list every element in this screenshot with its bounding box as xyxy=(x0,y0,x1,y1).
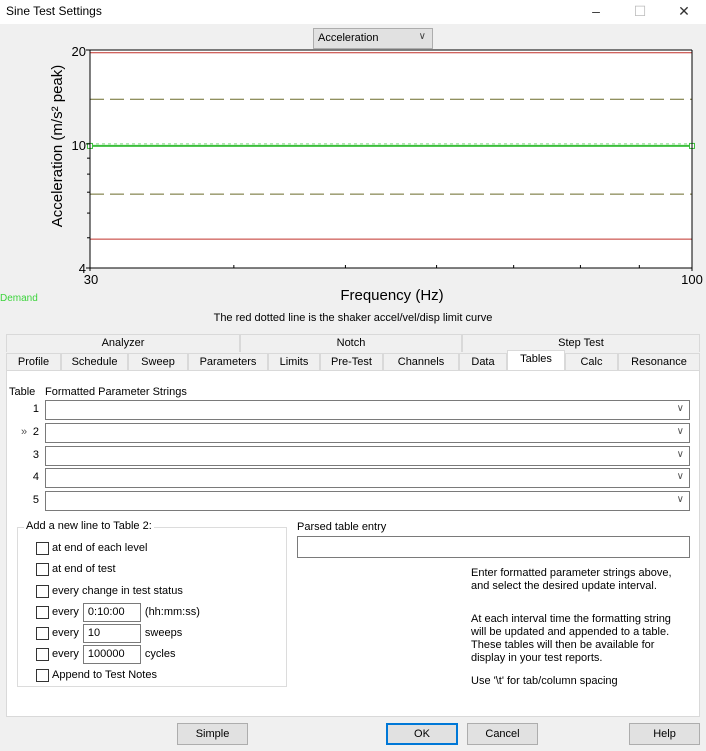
sweeps-interval-input[interactable] xyxy=(82,623,141,643)
row-number: 1 xyxy=(32,403,39,415)
strings-column-header: Formatted Parameter Strings xyxy=(45,386,187,398)
option-status-change[interactable]: every change in test status xyxy=(36,583,183,599)
tab-analyzer[interactable]: Analyzer xyxy=(6,334,240,352)
maximize-icon: ☐ xyxy=(633,3,647,19)
minimize-button[interactable]: – xyxy=(574,0,618,24)
checkbox[interactable] xyxy=(36,541,49,555)
checkbox[interactable] xyxy=(36,562,49,576)
maximize-button[interactable]: ☐ xyxy=(618,0,662,24)
option-cycles-interval[interactable]: every cycles xyxy=(36,644,176,664)
parameter-string-combo-4[interactable]: ∨ xyxy=(45,468,690,488)
group-title: Add a new line to Table 2: xyxy=(24,520,154,532)
option-end-of-level[interactable]: at end of each level xyxy=(36,540,147,556)
tab-parameters[interactable]: Parameters xyxy=(188,353,268,371)
tables-panel: Table Formatted Parameter Strings 1 ∨ » … xyxy=(6,370,700,717)
option-append-notes[interactable]: Append to Test Notes xyxy=(36,667,157,683)
option-label: every xyxy=(52,606,79,618)
option-label: every change in test status xyxy=(52,585,183,597)
legend-demand: Demand xyxy=(0,293,38,304)
table-column-header: Table xyxy=(9,386,36,398)
help-line: and select the desired update interval. xyxy=(471,580,657,592)
chevron-down-icon: ∨ xyxy=(676,471,684,482)
title-bar: Sine Test Settings – ☐ ✕ xyxy=(0,0,706,24)
help-text-instructions: Enter formatted parameter strings above,… xyxy=(471,567,672,593)
option-label: every xyxy=(52,648,79,660)
y-tick-label: 20 xyxy=(72,44,86,59)
option-unit: (hh:mm:ss) xyxy=(144,606,200,618)
help-line: Enter formatted parameter strings above, xyxy=(471,567,672,579)
option-end-of-test[interactable]: at end of test xyxy=(36,561,116,577)
option-unit: sweeps xyxy=(144,627,183,639)
parsed-entry-label: Parsed table entry xyxy=(297,521,387,533)
chevron-down-icon: ∨ xyxy=(676,449,684,460)
x-tick-label: 100 xyxy=(681,272,703,287)
checkbox[interactable] xyxy=(36,668,49,682)
tab-notch[interactable]: Notch xyxy=(240,334,462,352)
plot-area xyxy=(90,50,692,268)
close-button[interactable]: ✕ xyxy=(662,0,706,24)
tab-limits[interactable]: Limits xyxy=(268,353,320,371)
help-line: At each interval time the formatting str… xyxy=(471,613,671,625)
option-unit: cycles xyxy=(144,648,176,660)
tab-data[interactable]: Data xyxy=(459,353,507,371)
help-line: will be updated and appended to a table. xyxy=(471,626,670,638)
tab-tables[interactable]: Tables xyxy=(507,350,565,370)
tab-sweep[interactable]: Sweep xyxy=(128,353,188,371)
row-number: 4 xyxy=(32,471,39,483)
parameter-string-combo-2[interactable]: ∨ xyxy=(45,423,690,443)
chevron-down-icon: ∨ xyxy=(676,403,684,414)
tab-profile[interactable]: Profile xyxy=(6,353,61,371)
option-label: at end of each level xyxy=(52,542,148,554)
chevron-down-icon: ∨ xyxy=(676,426,684,437)
checkbox[interactable] xyxy=(36,647,49,661)
help-button[interactable]: Help xyxy=(629,723,700,745)
row-number: 3 xyxy=(32,449,39,461)
simple-button[interactable]: Simple xyxy=(177,723,248,745)
option-label: every xyxy=(52,627,79,639)
help-line: These tables will then be available for xyxy=(471,639,655,651)
parameter-string-combo-1[interactable]: ∨ xyxy=(45,400,690,420)
cancel-button[interactable]: Cancel xyxy=(467,723,538,745)
cycles-interval-input[interactable] xyxy=(82,644,141,664)
x-axis-label: Frequency (Hz) xyxy=(340,287,443,304)
minimize-icon: – xyxy=(592,3,600,19)
option-label: at end of test xyxy=(52,563,116,575)
tab-schedule[interactable]: Schedule xyxy=(61,353,128,371)
y-axis-label: Acceleration (m/s² peak) xyxy=(49,65,66,228)
help-line: display in your test reports. xyxy=(471,652,603,664)
parameter-string-combo-3[interactable]: ∨ xyxy=(45,446,690,466)
help-line: Use '\t' for tab/column spacing xyxy=(471,675,618,687)
time-interval-input[interactable] xyxy=(82,602,141,622)
checkbox[interactable] xyxy=(36,626,49,640)
close-icon: ✕ xyxy=(678,3,690,19)
checkbox[interactable] xyxy=(36,584,49,598)
row-number: 5 xyxy=(32,494,39,506)
ok-button[interactable]: OK xyxy=(386,723,458,745)
tab-pre-test[interactable]: Pre-Test xyxy=(320,353,383,371)
option-label: Append to Test Notes xyxy=(52,669,157,681)
tab-channels[interactable]: Channels xyxy=(383,353,459,371)
help-text-tab: Use '\t' for tab/column spacing xyxy=(471,675,618,688)
chevron-down-icon: ∨ xyxy=(676,494,684,505)
option-time-interval[interactable]: every (hh:mm:ss) xyxy=(36,602,200,622)
tab-resonance[interactable]: Resonance xyxy=(618,353,700,371)
add-line-group: Add a new line to Table 2: at end of eac… xyxy=(17,520,287,687)
row-number: 2 xyxy=(32,426,39,438)
parameter-string-combo-5[interactable]: ∨ xyxy=(45,491,690,511)
y-tick-label: 10 xyxy=(72,138,86,153)
help-text-interval: At each interval time the formatting str… xyxy=(471,613,671,665)
chart-note: The red dotted line is the shaker accel/… xyxy=(214,312,493,324)
window-title: Sine Test Settings xyxy=(6,4,102,18)
parsed-entry-field[interactable] xyxy=(297,536,690,558)
tab-calc[interactable]: Calc xyxy=(565,353,618,371)
checkbox[interactable] xyxy=(36,605,49,619)
chart: 20 10 4 30 100 Frequency (Hz) Accelerati… xyxy=(0,44,703,324)
tab-step-test[interactable]: Step Test xyxy=(462,334,700,352)
x-tick-label: 30 xyxy=(84,272,98,287)
option-sweeps-interval[interactable]: every sweeps xyxy=(36,623,183,643)
